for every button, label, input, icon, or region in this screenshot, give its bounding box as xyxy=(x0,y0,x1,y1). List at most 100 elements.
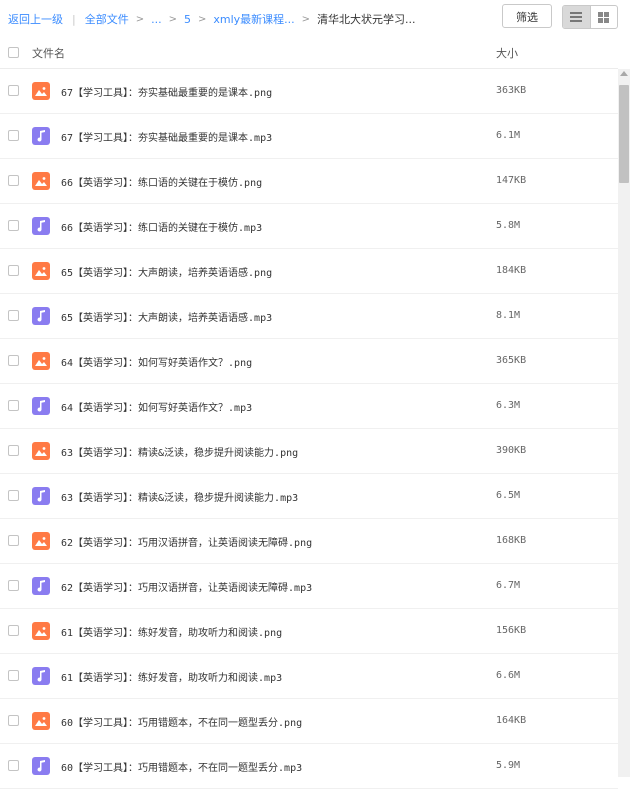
file-size: 5.8M xyxy=(496,220,521,231)
row-checkbox[interactable] xyxy=(8,445,19,456)
file-name[interactable]: 61【英语学习】：练好发音，助攻听力和阅读.mp3 xyxy=(61,669,282,684)
file-row[interactable]: 63【英语学习】：精读&泛读，稳步提升阅读能力.png 390KB xyxy=(0,429,618,474)
file-row[interactable]: 61【英语学习】：练好发音，助攻听力和阅读.mp3 6.6M xyxy=(0,654,618,699)
file-size: 184KB xyxy=(496,265,527,276)
image-file-icon xyxy=(32,442,50,460)
audio-file-icon xyxy=(32,577,50,595)
row-checkbox[interactable] xyxy=(8,220,19,231)
file-name[interactable]: 64【英语学习】：如何写好英语作文？.mp3 xyxy=(61,399,252,414)
scrollbar[interactable] xyxy=(618,69,630,777)
file-name[interactable]: 65【英语学习】：大声朗读，培养英语语感.png xyxy=(61,264,272,279)
file-size: 168KB xyxy=(496,535,527,546)
row-checkbox[interactable] xyxy=(8,580,19,591)
file-row[interactable]: 67【学习工具】：夯实基础最重要的是课本.png 363KB xyxy=(0,69,618,114)
file-list: 67【学习工具】：夯实基础最重要的是课本.png 363KB 67【学习工具】：夯实… xyxy=(0,69,618,789)
file-name[interactable]: 61【英语学习】：练好发音，助攻听力和阅读.png xyxy=(61,624,282,639)
audio-file-icon xyxy=(32,397,50,415)
column-header-size[interactable]: 大小 xyxy=(496,45,518,61)
breadcrumb-all-files[interactable]: 全部文件 xyxy=(85,11,129,27)
file-row[interactable]: 63【英语学习】：精读&泛读，稳步提升阅读能力.mp3 6.5M xyxy=(0,474,618,519)
list-view-icon xyxy=(570,12,583,22)
file-name[interactable]: 63【英语学习】：精读&泛读，稳步提升阅读能力.png xyxy=(61,444,298,459)
file-row[interactable]: 67【学习工具】：夯实基础最重要的是课本.mp3 6.1M xyxy=(0,114,618,159)
file-size: 6.3M xyxy=(496,400,521,411)
breadcrumb-divider: | xyxy=(72,12,76,26)
scrollbar-thumb[interactable] xyxy=(619,85,629,183)
file-name[interactable]: 62【英语学习】：巧用汉语拼音，让英语阅读无障碍.mp3 xyxy=(61,579,312,594)
image-file-icon xyxy=(32,262,50,280)
view-toggle xyxy=(562,5,618,29)
row-checkbox[interactable] xyxy=(8,175,19,186)
file-row[interactable]: 60【学习工具】：巧用错题本，不在同一题型丢分.png 164KB xyxy=(0,699,618,744)
image-file-icon xyxy=(32,712,50,730)
file-row[interactable]: 65【英语学习】：大声朗读，培养英语语感.mp3 8.1M xyxy=(0,294,618,339)
file-size: 6.5M xyxy=(496,490,521,501)
chevron-right-icon: > xyxy=(135,13,145,25)
file-name[interactable]: 60【学习工具】：巧用错题本，不在同一题型丢分.png xyxy=(61,714,302,729)
file-row[interactable]: 62【英语学习】：巧用汉语拼音，让英语阅读无障碍.png 168KB xyxy=(0,519,618,564)
audio-file-icon xyxy=(32,757,50,775)
row-checkbox[interactable] xyxy=(8,85,19,96)
row-checkbox[interactable] xyxy=(8,715,19,726)
breadcrumb: 返回上一级 | 全部文件 > ... > 5 > xmly最新课程... > 清… xyxy=(8,11,416,27)
file-size: 5.9M xyxy=(496,760,521,771)
row-checkbox[interactable] xyxy=(8,355,19,366)
audio-file-icon xyxy=(32,667,50,685)
file-name[interactable]: 66【英语学习】：练口语的关键在于模仿.png xyxy=(61,174,262,189)
image-file-icon xyxy=(32,82,50,100)
file-row[interactable]: 62【英语学习】：巧用汉语拼音，让英语阅读无障碍.mp3 6.7M xyxy=(0,564,618,609)
file-name[interactable]: 65【英语学习】：大声朗读，培养英语语感.mp3 xyxy=(61,309,272,324)
file-row[interactable]: 61【英语学习】：练好发音，助攻听力和阅读.png 156KB xyxy=(0,609,618,654)
file-row[interactable]: 66【英语学习】：练口语的关键在于模仿.mp3 5.8M xyxy=(0,204,618,249)
file-row[interactable]: 66【英语学习】：练口语的关键在于模仿.png 147KB xyxy=(0,159,618,204)
row-checkbox[interactable] xyxy=(8,490,19,501)
grid-view-button[interactable] xyxy=(589,6,618,28)
file-name[interactable]: 63【英语学习】：精读&泛读，稳步提升阅读能力.mp3 xyxy=(61,489,298,504)
file-name[interactable]: 67【学习工具】：夯实基础最重要的是课本.mp3 xyxy=(61,129,272,144)
file-name[interactable]: 66【英语学习】：练口语的关键在于模仿.mp3 xyxy=(61,219,262,234)
audio-file-icon xyxy=(32,307,50,325)
row-checkbox[interactable] xyxy=(8,625,19,636)
row-checkbox[interactable] xyxy=(8,130,19,141)
file-name[interactable]: 60【学习工具】：巧用错题本，不在同一题型丢分.mp3 xyxy=(61,759,302,774)
file-size: 365KB xyxy=(496,355,527,366)
list-view-button[interactable] xyxy=(563,6,590,28)
file-row[interactable]: 60【学习工具】：巧用错题本，不在同一题型丢分.mp3 5.9M xyxy=(0,744,618,789)
column-header-name[interactable]: 文件名 xyxy=(32,45,65,61)
file-row[interactable]: 64【英语学习】：如何写好英语作文？.mp3 6.3M xyxy=(0,384,618,429)
grid-view-icon xyxy=(598,11,610,23)
table-header: 文件名 大小 xyxy=(0,37,618,69)
row-checkbox[interactable] xyxy=(8,670,19,681)
breadcrumb-ellipsis[interactable]: ... xyxy=(151,13,162,26)
file-size: 6.1M xyxy=(496,130,521,141)
audio-file-icon xyxy=(32,127,50,145)
file-row[interactable]: 65【英语学习】：大声朗读，培养英语语感.png 184KB xyxy=(0,249,618,294)
select-all-checkbox[interactable] xyxy=(8,47,19,58)
row-checkbox[interactable] xyxy=(8,535,19,546)
row-checkbox[interactable] xyxy=(8,760,19,771)
file-size: 147KB xyxy=(496,175,527,186)
back-link[interactable]: 返回上一级 xyxy=(8,11,63,27)
file-name[interactable]: 62【英语学习】：巧用汉语拼音，让英语阅读无障碍.png xyxy=(61,534,312,549)
row-checkbox[interactable] xyxy=(8,400,19,411)
file-name[interactable]: 67【学习工具】：夯实基础最重要的是课本.png xyxy=(61,84,272,99)
image-file-icon xyxy=(32,532,50,550)
breadcrumb-folder-5[interactable]: 5 xyxy=(184,13,191,26)
image-file-icon xyxy=(32,352,50,370)
file-row[interactable]: 64【英语学习】：如何写好英语作文？.png 365KB xyxy=(0,339,618,384)
file-size: 156KB xyxy=(496,625,527,636)
file-size: 6.7M xyxy=(496,580,521,591)
row-checkbox[interactable] xyxy=(8,310,19,321)
file-size: 390KB xyxy=(496,445,527,456)
breadcrumb-folder-course[interactable]: xmly最新课程... xyxy=(213,11,294,27)
file-name[interactable]: 64【英语学习】：如何写好英语作文？.png xyxy=(61,354,252,369)
scroll-up-arrow-icon[interactable] xyxy=(620,71,628,76)
file-size: 164KB xyxy=(496,715,527,726)
breadcrumb-current: 清华北大状元学习... xyxy=(317,13,416,26)
row-checkbox[interactable] xyxy=(8,265,19,276)
filter-button[interactable]: 筛选 xyxy=(502,4,552,28)
chevron-right-icon: > xyxy=(168,13,177,25)
image-file-icon xyxy=(32,622,50,640)
audio-file-icon xyxy=(32,217,50,235)
image-file-icon xyxy=(32,172,50,190)
